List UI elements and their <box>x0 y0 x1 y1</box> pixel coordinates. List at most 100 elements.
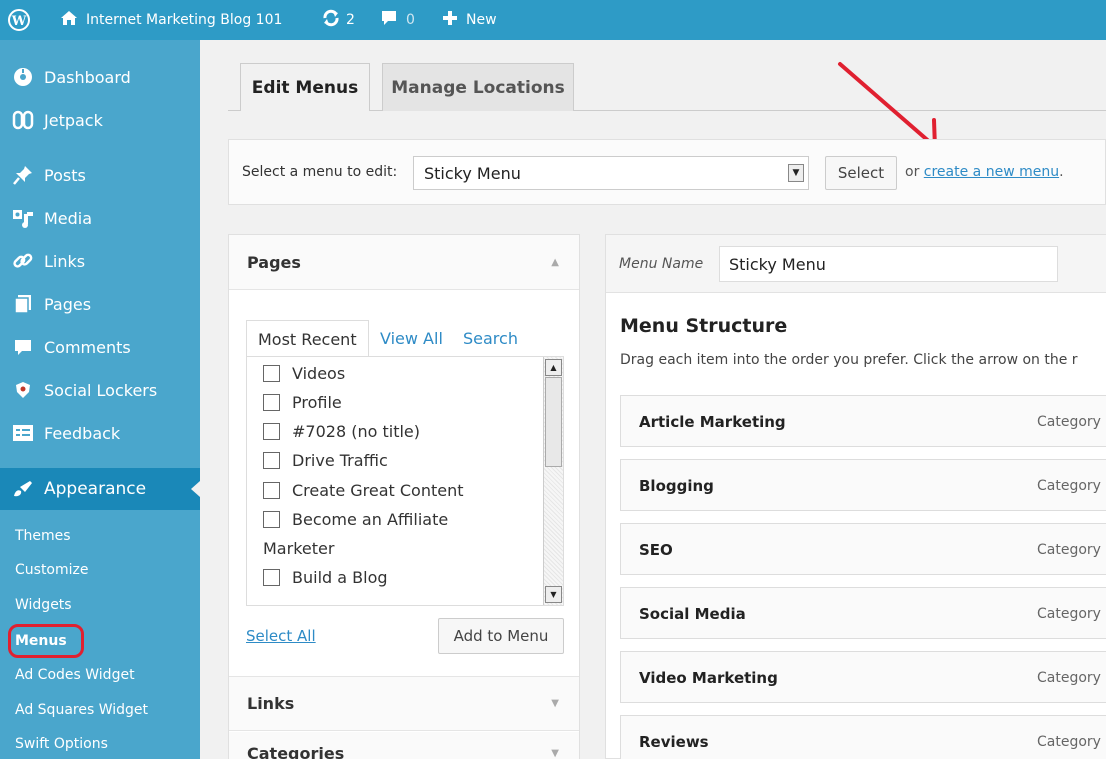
annotation-circle <box>8 624 84 658</box>
sidebar-item-label: Pages <box>44 294 92 314</box>
list-scrollbar[interactable]: ▲ ▼ <box>543 357 563 605</box>
checkbox[interactable] <box>263 482 280 499</box>
scroll-thumb[interactable] <box>545 377 562 467</box>
checkbox[interactable] <box>263 569 280 586</box>
site-name-link[interactable]: Internet Marketing Blog 101 <box>60 0 282 40</box>
comment-bubble-icon <box>380 9 398 31</box>
menu-item-type: Category <box>1037 606 1101 622</box>
sidebar-item-label: Links <box>44 251 86 271</box>
menu-name-header: Menu Name Sticky Menu <box>606 235 1106 293</box>
submenu-ad-codes-widget[interactable]: Ad Codes Widget <box>0 658 200 692</box>
active-pointer-icon <box>191 481 200 497</box>
tab-most-recent[interactable]: Most Recent <box>246 320 369 357</box>
period-text: . <box>1059 164 1064 180</box>
categories-box-header[interactable]: Categories ▼ <box>229 732 579 759</box>
item-label: Profile <box>292 393 342 412</box>
menu-name-input[interactable]: Sticky Menu <box>719 246 1058 282</box>
expand-down-icon[interactable]: ▼ <box>551 748 559 759</box>
menu-item[interactable]: Article Marketing Category <box>620 395 1106 447</box>
menu-select-dropdown[interactable]: Sticky Menu ▼ <box>413 156 809 190</box>
menu-item[interactable]: Reviews Category <box>620 715 1106 759</box>
menu-item[interactable]: Blogging Category <box>620 459 1106 511</box>
sidebar-item-appearance[interactable]: Appearance <box>0 468 200 510</box>
sidebar-item-comments[interactable]: Comments <box>0 326 200 368</box>
sidebar-item-links[interactable]: Links <box>0 240 200 282</box>
links-box-header[interactable]: Links ▼ <box>229 676 579 731</box>
list-item[interactable]: Create Great Content <box>263 481 464 500</box>
list-item[interactable]: Drive Traffic <box>263 451 388 470</box>
sidebar-item-label: Dashboard <box>44 67 131 87</box>
list-item[interactable]: Videos <box>263 364 345 383</box>
tab-search[interactable]: Search <box>463 320 518 356</box>
list-item[interactable]: Build a Blog <box>263 568 388 587</box>
links-box-title: Links <box>247 694 295 713</box>
dashboard-icon <box>10 67 36 87</box>
checkbox[interactable] <box>263 423 280 440</box>
sidebar-item-label: Feedback <box>44 423 121 443</box>
item-label: #7028 (no title) <box>292 422 420 441</box>
sidebar-item-media[interactable]: Media <box>0 197 200 239</box>
menu-item[interactable]: Social Media Category <box>620 587 1106 639</box>
sidebar-item-pages[interactable]: Pages <box>0 283 200 325</box>
select-all-link[interactable]: Select All <box>246 627 316 645</box>
menu-item-title: Article Marketing <box>639 413 786 431</box>
home-icon <box>60 10 78 30</box>
tab-view-all[interactable]: View All <box>380 320 443 356</box>
list-item[interactable]: Become an Affiliate <box>263 510 448 529</box>
menu-item-title: Blogging <box>639 477 714 495</box>
checkbox[interactable] <box>263 452 280 469</box>
tab-edit-menus[interactable]: Edit Menus <box>240 63 370 111</box>
checkbox[interactable] <box>263 511 280 528</box>
create-new-menu-link[interactable]: create a new menu <box>924 164 1059 180</box>
menu-item-type: Category <box>1037 414 1101 430</box>
sidebar-item-jetpack[interactable]: Jetpack <box>0 99 200 141</box>
categories-box-title: Categories <box>247 744 345 759</box>
brush-icon <box>10 479 36 499</box>
sidebar-item-feedback[interactable]: Feedback <box>0 412 200 454</box>
list-item[interactable]: #7028 (no title) <box>263 422 420 441</box>
new-content-link[interactable]: New <box>442 0 497 40</box>
sidebar-item-label: Media <box>44 208 93 228</box>
media-icon <box>10 208 36 228</box>
comments-link[interactable]: 0 <box>380 0 415 40</box>
menu-item[interactable]: SEO Category <box>620 523 1106 575</box>
add-to-menu-button[interactable]: Add to Menu <box>438 618 564 654</box>
submenu-swift-options[interactable]: Swift Options <box>0 727 200 759</box>
submenu-widgets[interactable]: Widgets <box>0 588 200 622</box>
sidebar-item-posts[interactable]: Posts <box>0 154 200 196</box>
menu-item-type: Category <box>1037 734 1101 750</box>
updates-icon <box>322 9 340 31</box>
menu-item-type: Category <box>1037 542 1101 558</box>
checkbox[interactable] <box>263 394 280 411</box>
submenu-ad-squares-widget[interactable]: Ad Squares Widget <box>0 693 200 727</box>
sidebar-item-social-lockers[interactable]: Social Lockers <box>0 369 200 411</box>
sidebar-item-label: Social Lockers <box>44 380 158 400</box>
tab-manage-locations[interactable]: Manage Locations <box>382 63 574 111</box>
new-label: New <box>466 12 497 28</box>
menu-item-type: Category <box>1037 478 1101 494</box>
submenu-themes[interactable]: Themes <box>0 519 200 553</box>
wordpress-logo-icon[interactable]: W <box>8 0 30 40</box>
updates-link[interactable]: 2 <box>322 0 355 40</box>
item-label: Drive Traffic <box>292 451 388 470</box>
select-button[interactable]: Select <box>825 156 897 190</box>
sidebar-item-dashboard[interactable]: Dashboard <box>0 56 200 98</box>
pages-box-header[interactable]: Pages ▲ <box>229 235 579 290</box>
dropdown-arrow-icon[interactable]: ▼ <box>788 164 804 182</box>
sidebar-item-label: Comments <box>44 337 131 357</box>
expand-down-icon[interactable]: ▼ <box>551 698 559 709</box>
collapse-up-icon[interactable]: ▲ <box>551 257 559 268</box>
pages-box-title: Pages <box>247 252 301 272</box>
or-text: or <box>905 164 920 180</box>
scroll-down-icon[interactable]: ▼ <box>545 586 562 603</box>
link-icon <box>10 251 36 271</box>
scroll-up-icon[interactable]: ▲ <box>545 359 562 376</box>
pages-tabs: Most Recent View All Search <box>246 320 564 357</box>
checkbox[interactable] <box>263 365 280 382</box>
submenu-customize[interactable]: Customize <box>0 553 200 587</box>
create-menu-text: or create a new menu. <box>905 164 1064 180</box>
comment-icon <box>10 337 36 357</box>
menu-item[interactable]: Video Marketing Category <box>620 651 1106 703</box>
list-item[interactable]: Profile <box>263 393 342 412</box>
pages-checklist: Videos Profile #7028 (no title) Drive Tr… <box>246 356 564 606</box>
